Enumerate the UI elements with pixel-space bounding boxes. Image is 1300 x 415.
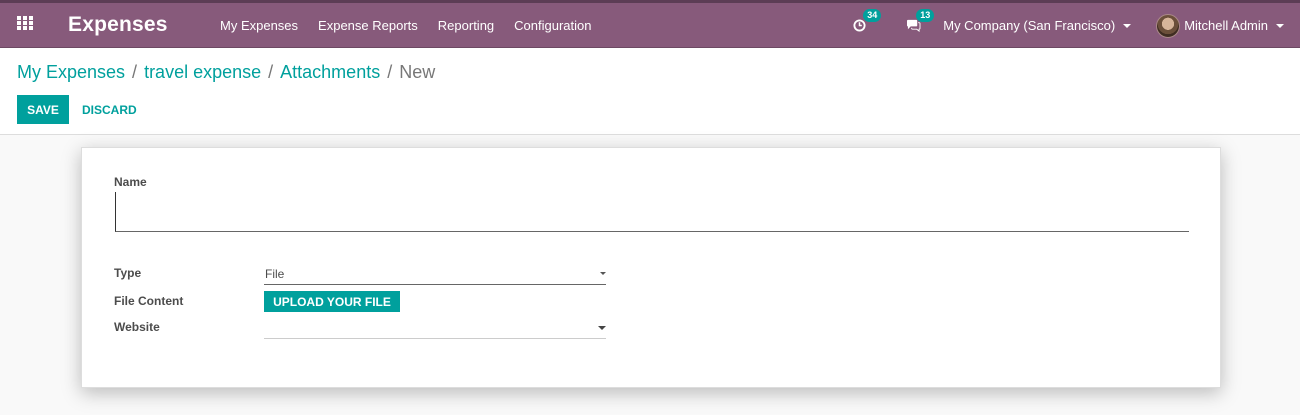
caret-down-icon xyxy=(1276,23,1284,28)
activity-button[interactable]: 34 xyxy=(853,9,882,32)
breadcrumb-travel-expense[interactable]: travel expense xyxy=(144,62,261,83)
app-title[interactable]: Expenses xyxy=(68,13,168,37)
user-menu[interactable]: Mitchell Admin xyxy=(1156,13,1284,38)
company-name: My Company (San Francisco) xyxy=(943,18,1116,33)
caret-down-icon xyxy=(1123,23,1132,28)
menu-reporting[interactable]: Reporting xyxy=(428,18,504,33)
file-content-label: File Content xyxy=(114,294,184,308)
breadcrumb-my-expenses[interactable]: My Expenses xyxy=(17,62,125,83)
clock-icon xyxy=(853,19,866,32)
form-sheet: Name Type File File Content UPLOAD YOUR … xyxy=(81,147,1221,388)
breadcrumb-separator: / xyxy=(268,62,274,82)
website-select[interactable] xyxy=(264,317,606,339)
user-name: Mitchell Admin xyxy=(1184,18,1268,33)
breadcrumb: My Expenses / travel expense / Attachmen… xyxy=(17,62,435,83)
dropdown-arrow-icon xyxy=(600,272,606,275)
upload-file-button[interactable]: UPLOAD YOUR FILE xyxy=(264,291,400,312)
main-menu: My Expenses Expense Reports Reporting Co… xyxy=(210,3,601,48)
breadcrumb-current: New xyxy=(399,62,436,82)
breadcrumb-separator: / xyxy=(132,62,138,82)
control-panel: My Expenses / travel expense / Attachmen… xyxy=(0,48,1300,135)
type-value: File xyxy=(265,267,285,281)
apps-grid-icon[interactable] xyxy=(17,16,35,34)
messages-button[interactable]: 13 xyxy=(906,9,935,32)
type-label: Type xyxy=(114,266,142,280)
website-label: Website xyxy=(114,320,160,334)
avatar xyxy=(1156,13,1181,38)
top-navbar: Expenses My Expenses Expense Reports Rep… xyxy=(0,0,1300,48)
name-label: Name xyxy=(114,175,147,189)
breadcrumb-separator: / xyxy=(387,62,393,82)
breadcrumb-attachments[interactable]: Attachments xyxy=(280,62,380,83)
name-input[interactable] xyxy=(115,192,1189,232)
systray: 34 13 My Company (San Francisco) Mitchel… xyxy=(853,3,1300,48)
type-select[interactable]: File xyxy=(264,263,606,285)
company-switcher[interactable]: My Company (San Francisco) xyxy=(943,18,1132,33)
discard-button[interactable]: DISCARD xyxy=(76,95,143,124)
menu-configuration[interactable]: Configuration xyxy=(504,18,601,33)
save-button[interactable]: SAVE xyxy=(17,95,69,124)
dropdown-arrow-icon xyxy=(598,326,606,330)
messages-count-badge: 13 xyxy=(916,9,935,22)
menu-my-expenses[interactable]: My Expenses xyxy=(210,18,308,33)
menu-expense-reports[interactable]: Expense Reports xyxy=(308,18,428,33)
activity-count-badge: 34 xyxy=(863,9,882,22)
